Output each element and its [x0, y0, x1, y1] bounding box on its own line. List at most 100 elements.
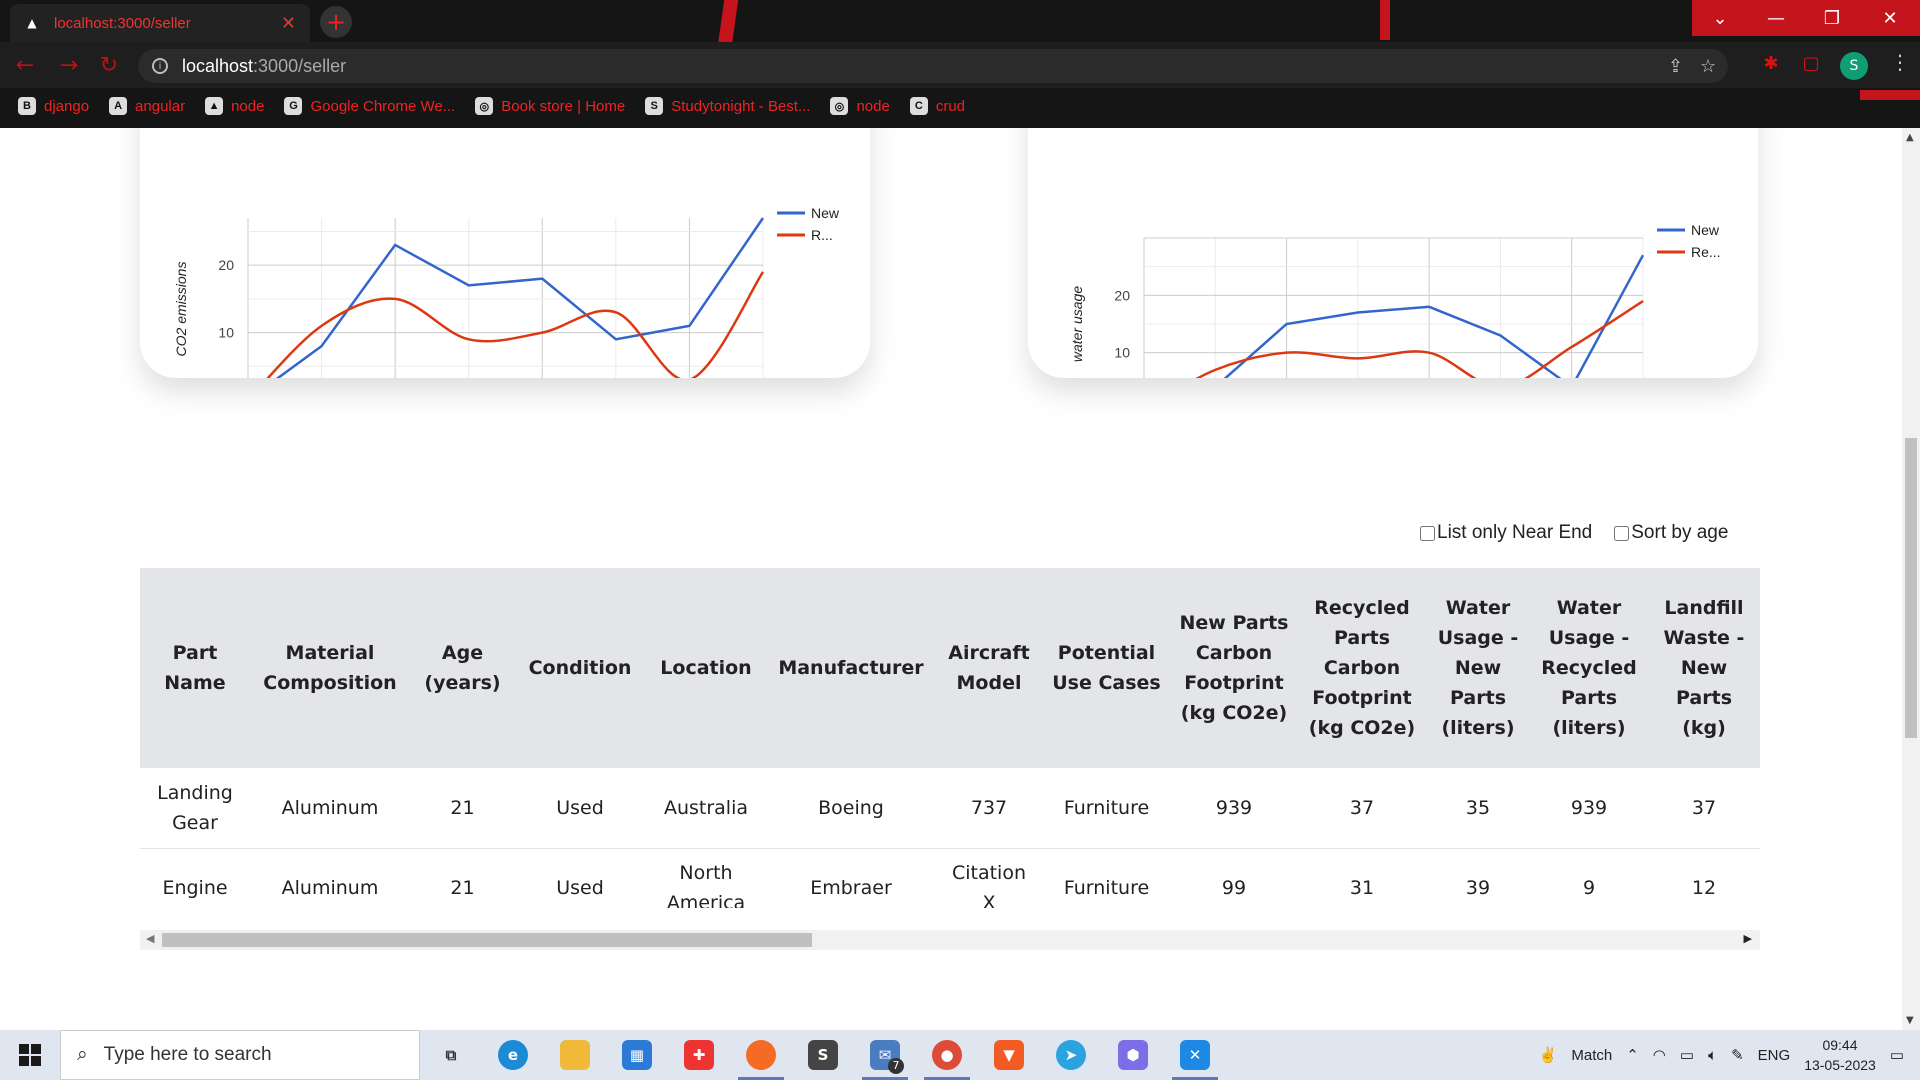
restore-button[interactable]: ❐ — [1804, 0, 1860, 36]
battery-icon[interactable]: ▭ — [1680, 1046, 1694, 1064]
table-row: Engine Aluminum 21 Used North America Em… — [140, 848, 1760, 908]
table-cell: Used — [515, 768, 645, 849]
star-icon[interactable]: ☆ — [1700, 56, 1716, 77]
table-cell: Embraer — [767, 848, 935, 908]
bookmark-item[interactable]: ▲ node — [205, 97, 264, 115]
notification-icon[interactable]: ▭ — [1890, 1046, 1904, 1064]
task-view-button[interactable]: ⧉ — [420, 1030, 482, 1080]
brave-icon: ▼ — [994, 1040, 1024, 1070]
clock[interactable]: 09:44 13-05-2023 — [1804, 1035, 1876, 1075]
firefox-app[interactable] — [730, 1030, 792, 1080]
chevron-up-icon[interactable]: ⌃ — [1626, 1046, 1639, 1064]
column-header: Material Composition — [263, 642, 397, 694]
bookmark-item[interactable]: Ccrud — [909, 97, 965, 115]
taskbar-search[interactable]: ⌕ Type here to search — [60, 1030, 420, 1080]
column-header: Aircraft Model — [948, 642, 1030, 694]
column-header: Location — [660, 657, 752, 679]
minimize-button[interactable]: — — [1748, 0, 1804, 36]
bookmark-item[interactable]: ◎ Book store | Home — [475, 97, 625, 115]
reload-button[interactable]: ↻ — [92, 48, 126, 82]
table-cell: 21 — [410, 848, 515, 908]
vscode-app[interactable]: ✕ — [1164, 1030, 1226, 1080]
browser-tab[interactable]: ▲ localhost:3000/seller ✕ — [10, 4, 310, 42]
scroll-down-icon[interactable]: ▼ — [1906, 1015, 1914, 1026]
scroll-left-icon[interactable]: ◀ — [146, 932, 154, 945]
new-tab-button[interactable]: + — [320, 6, 352, 38]
copilot-app[interactable]: ⬢ — [1102, 1030, 1164, 1080]
near-end-checkbox[interactable]: List only Near End — [1420, 522, 1592, 544]
sort-age-checkbox[interactable]: Sort by age — [1614, 522, 1728, 544]
pen-icon[interactable]: ✎ — [1731, 1046, 1744, 1064]
table-cell: Used — [515, 848, 645, 908]
table-cell: Aluminum — [250, 768, 410, 849]
chart-card-water: 010200246Timewater usageNewRe... — [1028, 128, 1758, 457]
share-icon[interactable]: ⇪ — [1668, 56, 1683, 77]
explorer-app[interactable] — [544, 1030, 606, 1080]
chrome-icon: G — [284, 97, 303, 115]
sidepanel-icon[interactable]: ▢ — [1800, 52, 1822, 74]
profile-avatar[interactable]: S — [1840, 52, 1868, 80]
language-indicator[interactable]: ENG — [1758, 1047, 1791, 1064]
kebab-menu-icon[interactable]: ⋮ — [1890, 50, 1910, 74]
table-cell: 12 — [1648, 848, 1760, 908]
sort-age-toggle[interactable] — [1614, 525, 1630, 541]
hexagon-icon: ⬢ — [1118, 1040, 1148, 1070]
chrome-icon: ● — [932, 1040, 962, 1070]
mail-app[interactable]: ✉ 7 — [854, 1030, 916, 1080]
search-icon: ⌕ — [77, 1044, 88, 1065]
extension-puzzle-icon[interactable]: ✱ — [1760, 52, 1782, 74]
column-header: Water Usage - Recycled Parts (liters) — [1541, 597, 1637, 739]
series-line-new — [1143, 254, 1645, 412]
table-cell: 37 — [1648, 768, 1760, 849]
omnibox[interactable]: i localhost:3000/seller ⇪ ☆ — [138, 49, 1728, 83]
parts-table-container[interactable]: Part Name Material Composition Age (year… — [140, 568, 1760, 908]
page-content: 010200246TimeCO2 emissionsNewR... 010200… — [0, 128, 1902, 1030]
horizontal-scrollbar[interactable]: ◀ ▶ — [140, 930, 1760, 950]
gift-app[interactable]: ✚ — [668, 1030, 730, 1080]
brave-app[interactable]: ▼ — [978, 1030, 1040, 1080]
table-cell: Boeing — [767, 768, 935, 849]
bookmark-item[interactable]: Aangular — [109, 97, 185, 115]
weather-icon[interactable]: ✌ — [1539, 1046, 1558, 1064]
info-icon[interactable]: i — [152, 58, 168, 74]
url-text[interactable]: localhost:3000/seller — [182, 56, 346, 77]
weather-label[interactable]: Match — [1571, 1047, 1612, 1064]
scrollbar-thumb[interactable] — [1905, 438, 1917, 738]
task-view-icon: ⧉ — [445, 1046, 457, 1064]
sublime-app[interactable]: S — [792, 1030, 854, 1080]
tab-search-button[interactable]: ⌄ — [1692, 0, 1748, 36]
close-window-button[interactable]: ✕ — [1860, 0, 1920, 36]
bookmark-item[interactable]: S Studytonight - Best... — [645, 97, 810, 115]
near-end-toggle[interactable] — [1420, 525, 1435, 541]
folder-icon — [560, 1040, 590, 1070]
vertical-scrollbar[interactable]: ▲ ▼ — [1902, 128, 1920, 1030]
windows-taskbar: ⌕ Type here to search ⧉ e ▦ ✚ S ✉ 7 ● ▼ ➤… — [0, 1030, 1920, 1080]
windows-start-button[interactable] — [0, 1030, 60, 1080]
volume-icon[interactable]: 🔈︎ — [1708, 1047, 1717, 1064]
table-cell: 39 — [1426, 848, 1530, 908]
back-button[interactable]: ← — [8, 48, 42, 82]
forward-button[interactable]: → — [52, 48, 86, 82]
close-tab-icon[interactable]: ✕ — [281, 13, 296, 34]
bookmarks-bar: Bdjango Aangular ▲ node G Google Chrome We… — [0, 92, 1920, 120]
wifi-icon[interactable]: ◠ — [1653, 1046, 1666, 1064]
scroll-up-icon[interactable]: ▲ — [1906, 132, 1914, 143]
bookmark-item[interactable]: Bdjango — [18, 97, 89, 115]
scrollbar-thumb[interactable] — [162, 933, 812, 947]
table-cell: Citation X — [935, 848, 1043, 908]
store-app[interactable]: ▦ — [606, 1030, 668, 1080]
bookmark-item[interactable]: G Google Chrome We... — [284, 97, 455, 115]
bookmark-item[interactable]: ◎ node — [830, 97, 890, 115]
edge-app[interactable]: e — [482, 1030, 544, 1080]
windows-logo-icon — [19, 1044, 41, 1066]
edge-icon: e — [498, 1040, 528, 1070]
column-header: Landfill Waste - New Parts (kg) — [1663, 597, 1745, 739]
chrome-app[interactable]: ● — [916, 1030, 978, 1080]
telegram-app[interactable]: ➤ — [1040, 1030, 1102, 1080]
table-cell: 737 — [935, 768, 1043, 849]
y-tick-label: 10 — [1114, 345, 1130, 361]
scroll-right-icon[interactable]: ▶ — [1744, 932, 1752, 945]
table-cell: 939 — [1530, 768, 1648, 849]
sublime-icon: S — [808, 1040, 838, 1070]
table-cell: 31 — [1298, 848, 1426, 908]
